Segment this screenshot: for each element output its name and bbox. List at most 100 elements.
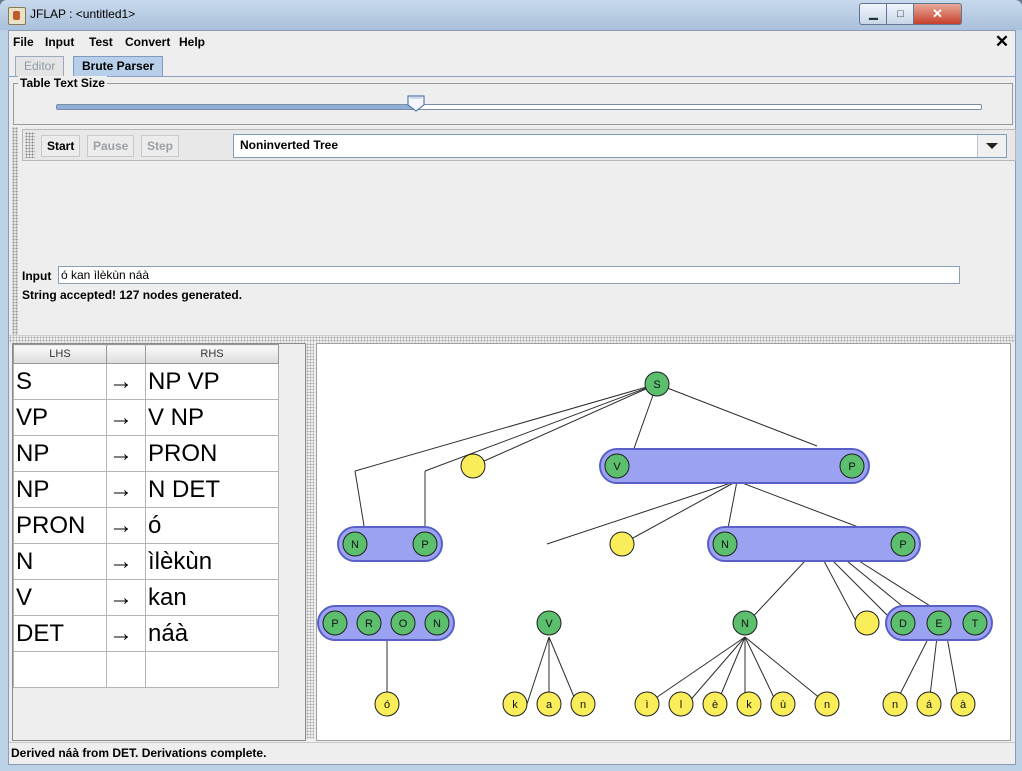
lhs-cell — [13, 651, 107, 688]
status-text: Derived náà from DET. Derivations comple… — [11, 746, 267, 760]
leaf-node-label: n — [824, 699, 830, 711]
status-bar: Derived náà from DET. Derivations comple… — [9, 742, 1015, 763]
np-node-group — [707, 526, 921, 562]
det-symbol-label: E — [935, 618, 942, 630]
empty-node — [609, 531, 635, 557]
np-symbol-label: P — [421, 539, 428, 551]
title-bar[interactable]: JFLAP : <untitled1> ▁ □ ✕ — [0, 0, 1022, 30]
close-icon: ✕ — [932, 6, 943, 21]
rhs-cell: ó — [145, 507, 279, 544]
lhs-cell: NP — [13, 435, 107, 472]
root-node-s-label: S — [653, 379, 660, 391]
parse-tree-canvas[interactable]: S V P N P N P P R O N V N D E Tó k a n ì l è k ù n n á à — [316, 343, 1011, 741]
table-text-size-label: Table Text Size — [18, 76, 107, 90]
lhs-cell: S — [13, 363, 107, 400]
tree-edge — [656, 383, 818, 447]
pron-symbol-label: R — [365, 618, 373, 630]
step-button[interactable]: Step — [141, 135, 180, 157]
arrow-cell: → — [106, 543, 146, 580]
arrow-cell: → — [106, 399, 146, 436]
maximize-button[interactable]: □ — [886, 3, 915, 25]
start-button[interactable]: Start — [41, 135, 81, 157]
leaf-node-label: ù — [780, 699, 786, 711]
leaf-node-label: l — [680, 699, 682, 711]
menu-help[interactable]: Help — [179, 35, 205, 49]
pron-symbol-label: O — [399, 618, 408, 630]
arrow-header[interactable] — [106, 344, 146, 364]
table-row[interactable]: S → NP VP — [13, 363, 279, 400]
pause-button[interactable]: Pause — [87, 135, 135, 157]
close-window-button[interactable]: ✕ — [913, 3, 962, 25]
input-string-field[interactable] — [58, 266, 960, 284]
lhs-cell: N — [13, 543, 107, 580]
tab-editor[interactable]: Editor — [15, 56, 65, 76]
pron-symbol-label: P — [331, 618, 338, 630]
n-node-label: N — [741, 618, 749, 630]
arrow-cell: → — [106, 471, 146, 508]
menu-file[interactable]: File — [13, 35, 34, 49]
leaf-node-label: n — [892, 699, 898, 711]
det-symbol-label: D — [899, 618, 907, 630]
det-symbol-label: T — [972, 618, 979, 630]
table-row[interactable]: NP → N DET — [13, 471, 279, 508]
parser-toolbar: Start Pause Step Noninverted Tree — [22, 129, 1016, 161]
lhs-cell: DET — [13, 615, 107, 652]
table-row[interactable]: PRON → ó — [13, 507, 279, 544]
maximize-icon: □ — [897, 8, 904, 20]
parse-result-text: String accepted! 127 nodes generated. — [22, 288, 243, 302]
lhs-header[interactable]: LHS — [13, 344, 107, 364]
tree-edge — [746, 560, 806, 624]
parse-tree: S V P N P N P P R O N V N D E Tó k a n ì l è k ù n n á à — [317, 371, 993, 717]
table-row[interactable]: NP → PRON — [13, 435, 279, 472]
vp-symbol-label: P — [848, 461, 855, 473]
parser-control-panel: Start Pause Step Noninverted Tree Input … — [12, 127, 1018, 335]
toolbar-grip[interactable] — [25, 132, 35, 158]
tab-brute-parser[interactable]: Brute Parser — [73, 56, 164, 76]
app-window: JFLAP : <untitled1> ▁ □ ✕ File Input Tes… — [0, 0, 1022, 771]
leaf-node-label: ó — [384, 699, 390, 711]
menu-test[interactable]: Test — [89, 35, 113, 49]
panel-grip[interactable] — [12, 127, 18, 335]
table-row[interactable] — [13, 651, 279, 688]
lhs-cell: PRON — [13, 507, 107, 544]
empty-node — [460, 453, 486, 479]
arrow-cell: → — [106, 435, 146, 472]
menu-input[interactable]: Input — [45, 35, 74, 49]
np-symbol-label: N — [351, 539, 359, 551]
rhs-header[interactable]: RHS — [145, 344, 279, 364]
leaf-node-label: k — [512, 699, 518, 711]
table-row[interactable]: VP → V NP — [13, 399, 279, 436]
grammar-panel: LHS RHS S → NP VP VP → V NP NP → PRON NP → N DET… — [12, 343, 306, 741]
rhs-cell: PRON — [145, 435, 279, 472]
np-symbol-label: P — [899, 539, 906, 551]
menu-convert[interactable]: Convert — [125, 35, 170, 49]
leaf-node-label: n — [580, 699, 586, 711]
rhs-cell — [145, 651, 279, 688]
close-tab-icon[interactable]: ✕ — [993, 33, 1011, 51]
table-row[interactable]: V → kan — [13, 579, 279, 616]
minimize-icon: ▁ — [869, 8, 878, 20]
lhs-cell: VP — [13, 399, 107, 436]
arrow-cell — [106, 651, 146, 688]
rhs-cell: náà — [145, 615, 279, 652]
leaf-node-label: a — [546, 699, 553, 711]
leaf-node-label: k — [746, 699, 752, 711]
chevron-down-icon[interactable] — [977, 135, 1006, 157]
table-row[interactable]: N → ìlèkùn — [13, 543, 279, 580]
arrow-cell: → — [106, 579, 146, 616]
minimize-button[interactable]: ▁ — [859, 3, 888, 25]
table-row[interactable]: DET → náà — [13, 615, 279, 652]
vp-symbol-label: V — [613, 461, 621, 473]
pron-symbol-label: N — [433, 618, 441, 630]
view-mode-dropdown[interactable]: Noninverted Tree — [233, 134, 1007, 158]
horizontal-splitter[interactable] — [9, 335, 1015, 343]
vertical-splitter[interactable] — [306, 343, 314, 739]
view-mode-value: Noninverted Tree — [240, 138, 339, 152]
rhs-cell: ìlèkùn — [145, 543, 279, 580]
leaf-node-label: ì — [645, 699, 648, 711]
text-size-slider[interactable] — [56, 104, 982, 110]
leaf-node-label: à — [960, 699, 967, 711]
arrow-cell: → — [106, 363, 146, 400]
slider-thumb[interactable] — [407, 95, 425, 112]
vp-node-group — [599, 448, 870, 484]
